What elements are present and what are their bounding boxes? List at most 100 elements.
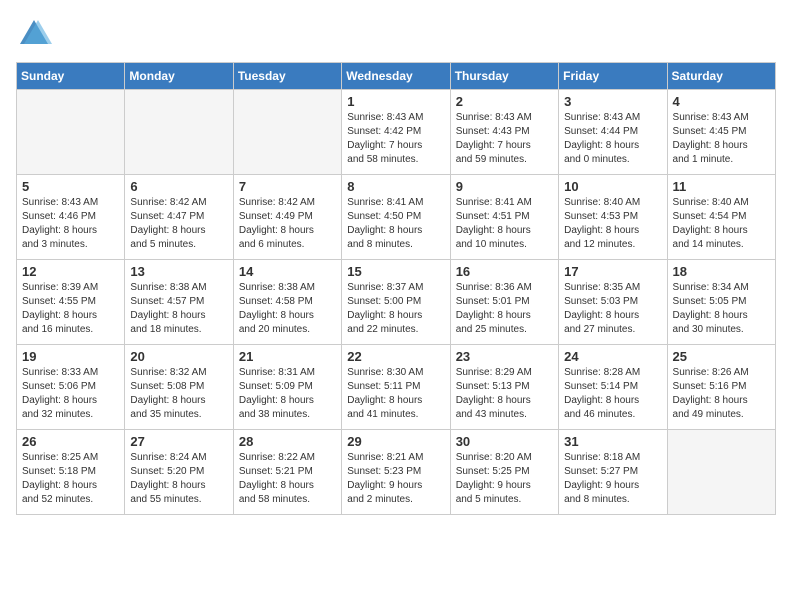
day-info: Sunrise: 8:35 AM Sunset: 5:03 PM Dayligh…: [564, 281, 661, 337]
calendar-cell: 21 Sunrise: 8:31 AM Sunset: 5:09 PM Dayli…: [233, 345, 341, 430]
column-header-tuesday: Tuesday: [233, 63, 341, 90]
calendar-cell: 20 Sunrise: 8:32 AM Sunset: 5:08 PM Dayli…: [125, 345, 233, 430]
calendar-cell: 4Sunrise: 8:43 AM Sunset: 4:45 PM Daylig…: [667, 90, 775, 175]
day-info: Sunrise: 8:40 AM Sunset: 4:54 PM Dayligh…: [673, 196, 770, 252]
day-info: Sunrise: 8:43 AM Sunset: 4:44 PM Dayligh…: [564, 111, 661, 167]
day-info: Sunrise: 8:41 AM Sunset: 4:50 PM Dayligh…: [347, 196, 444, 252]
calendar-cell: 26Sunrise: 8:25 AM Sunset: 5:18 PM Dayli…: [17, 430, 125, 515]
calendar-cell: 19 Sunrise: 8:33 AM Sunset: 5:06 PM Dayli…: [17, 345, 125, 430]
day-number: 14: [239, 264, 336, 279]
day-number: 23: [456, 349, 553, 364]
day-info: Sunrise: 8:20 AM Sunset: 5:25 PM Dayligh…: [456, 451, 553, 507]
day-info: Sunrise: 8:43 AM Sunset: 4:43 PM Dayligh…: [456, 111, 553, 167]
calendar-week-row: 5 Sunrise: 8:43 AM Sunset: 4:46 PM Daylig…: [17, 175, 776, 260]
day-info: Sunrise: 8:29 AM Sunset: 5:13 PM Dayligh…: [456, 366, 553, 422]
logo: [16, 16, 56, 52]
calendar-cell: [667, 430, 775, 515]
calendar-cell: 7 Sunrise: 8:42 AM Sunset: 4:49 PM Daylig…: [233, 175, 341, 260]
column-header-wednesday: Wednesday: [342, 63, 450, 90]
calendar-cell: 18Sunrise: 8:34 AM Sunset: 5:05 PM Dayli…: [667, 260, 775, 345]
calendar-table: SundayMondayTuesdayWednesdayThursdayFrid…: [16, 62, 776, 515]
day-number: 10: [564, 179, 661, 194]
calendar-cell: 2 Sunrise: 8:43 AM Sunset: 4:43 PM Daylig…: [450, 90, 558, 175]
column-header-monday: Monday: [125, 63, 233, 90]
day-info: Sunrise: 8:37 AM Sunset: 5:00 PM Dayligh…: [347, 281, 444, 337]
day-number: 13: [130, 264, 227, 279]
day-info: Sunrise: 8:25 AM Sunset: 5:18 PM Dayligh…: [22, 451, 119, 507]
day-info: Sunrise: 8:43 AM Sunset: 4:46 PM Dayligh…: [22, 196, 119, 252]
day-number: 30: [456, 434, 553, 449]
calendar-cell: 28 Sunrise: 8:22 AM Sunset: 5:21 PM Dayli…: [233, 430, 341, 515]
calendar-cell: [233, 90, 341, 175]
calendar-cell: 16 Sunrise: 8:36 AM Sunset: 5:01 PM Dayli…: [450, 260, 558, 345]
calendar-cell: [125, 90, 233, 175]
day-number: 27: [130, 434, 227, 449]
day-number: 8: [347, 179, 444, 194]
day-number: 9: [456, 179, 553, 194]
day-number: 31: [564, 434, 661, 449]
column-header-saturday: Saturday: [667, 63, 775, 90]
column-header-sunday: Sunday: [17, 63, 125, 90]
day-number: 24: [564, 349, 661, 364]
calendar-cell: 24 Sunrise: 8:28 AM Sunset: 5:14 PM Dayli…: [559, 345, 667, 430]
calendar-cell: 5 Sunrise: 8:43 AM Sunset: 4:46 PM Daylig…: [17, 175, 125, 260]
calendar-week-row: 12 Sunrise: 8:39 AM Sunset: 4:55 PM Dayli…: [17, 260, 776, 345]
calendar-cell: 29Sunrise: 8:21 AM Sunset: 5:23 PM Dayli…: [342, 430, 450, 515]
day-info: Sunrise: 8:18 AM Sunset: 5:27 PM Dayligh…: [564, 451, 661, 507]
day-number: 28: [239, 434, 336, 449]
day-info: Sunrise: 8:36 AM Sunset: 5:01 PM Dayligh…: [456, 281, 553, 337]
day-info: Sunrise: 8:28 AM Sunset: 5:14 PM Dayligh…: [564, 366, 661, 422]
calendar-cell: 10Sunrise: 8:40 AM Sunset: 4:53 PM Dayli…: [559, 175, 667, 260]
calendar-cell: 11Sunrise: 8:40 AM Sunset: 4:54 PM Dayli…: [667, 175, 775, 260]
calendar-cell: 3 Sunrise: 8:43 AM Sunset: 4:44 PM Daylig…: [559, 90, 667, 175]
calendar-cell: [17, 90, 125, 175]
day-info: Sunrise: 8:22 AM Sunset: 5:21 PM Dayligh…: [239, 451, 336, 507]
day-number: 25: [673, 349, 770, 364]
calendar-cell: 6 Sunrise: 8:42 AM Sunset: 4:47 PM Daylig…: [125, 175, 233, 260]
day-number: 12: [22, 264, 119, 279]
calendar-cell: 22Sunrise: 8:30 AM Sunset: 5:11 PM Dayli…: [342, 345, 450, 430]
day-number: 15: [347, 264, 444, 279]
day-info: Sunrise: 8:24 AM Sunset: 5:20 PM Dayligh…: [130, 451, 227, 507]
calendar-cell: 27 Sunrise: 8:24 AM Sunset: 5:20 PM Dayli…: [125, 430, 233, 515]
day-number: 3: [564, 94, 661, 109]
day-info: Sunrise: 8:30 AM Sunset: 5:11 PM Dayligh…: [347, 366, 444, 422]
logo-icon: [16, 16, 52, 52]
page-header: [16, 16, 776, 52]
day-info: Sunrise: 8:32 AM Sunset: 5:08 PM Dayligh…: [130, 366, 227, 422]
day-info: Sunrise: 8:26 AM Sunset: 5:16 PM Dayligh…: [673, 366, 770, 422]
calendar-cell: 17 Sunrise: 8:35 AM Sunset: 5:03 PM Dayli…: [559, 260, 667, 345]
day-number: 20: [130, 349, 227, 364]
day-info: Sunrise: 8:38 AM Sunset: 4:58 PM Dayligh…: [239, 281, 336, 337]
day-info: Sunrise: 8:39 AM Sunset: 4:55 PM Dayligh…: [22, 281, 119, 337]
calendar-cell: 12 Sunrise: 8:39 AM Sunset: 4:55 PM Dayli…: [17, 260, 125, 345]
day-info: Sunrise: 8:42 AM Sunset: 4:47 PM Dayligh…: [130, 196, 227, 252]
column-header-thursday: Thursday: [450, 63, 558, 90]
calendar-cell: 23 Sunrise: 8:29 AM Sunset: 5:13 PM Dayli…: [450, 345, 558, 430]
calendar-cell: 1Sunrise: 8:43 AM Sunset: 4:42 PM Daylig…: [342, 90, 450, 175]
day-number: 1: [347, 94, 444, 109]
calendar-cell: 13 Sunrise: 8:38 AM Sunset: 4:57 PM Dayli…: [125, 260, 233, 345]
calendar-cell: 31 Sunrise: 8:18 AM Sunset: 5:27 PM Dayli…: [559, 430, 667, 515]
day-number: 17: [564, 264, 661, 279]
calendar-header-row: SundayMondayTuesdayWednesdayThursdayFrid…: [17, 63, 776, 90]
day-info: Sunrise: 8:31 AM Sunset: 5:09 PM Dayligh…: [239, 366, 336, 422]
column-header-friday: Friday: [559, 63, 667, 90]
day-number: 21: [239, 349, 336, 364]
calendar-cell: 30 Sunrise: 8:20 AM Sunset: 5:25 PM Dayli…: [450, 430, 558, 515]
day-info: Sunrise: 8:43 AM Sunset: 4:45 PM Dayligh…: [673, 111, 770, 167]
day-number: 16: [456, 264, 553, 279]
day-number: 19: [22, 349, 119, 364]
day-info: Sunrise: 8:42 AM Sunset: 4:49 PM Dayligh…: [239, 196, 336, 252]
day-info: Sunrise: 8:38 AM Sunset: 4:57 PM Dayligh…: [130, 281, 227, 337]
day-number: 2: [456, 94, 553, 109]
calendar-week-row: 19 Sunrise: 8:33 AM Sunset: 5:06 PM Dayli…: [17, 345, 776, 430]
calendar-cell: 25 Sunrise: 8:26 AM Sunset: 5:16 PM Dayli…: [667, 345, 775, 430]
day-number: 5: [22, 179, 119, 194]
day-info: Sunrise: 8:33 AM Sunset: 5:06 PM Dayligh…: [22, 366, 119, 422]
day-number: 7: [239, 179, 336, 194]
day-number: 6: [130, 179, 227, 194]
day-info: Sunrise: 8:41 AM Sunset: 4:51 PM Dayligh…: [456, 196, 553, 252]
day-info: Sunrise: 8:34 AM Sunset: 5:05 PM Dayligh…: [673, 281, 770, 337]
calendar-cell: 8 Sunrise: 8:41 AM Sunset: 4:50 PM Daylig…: [342, 175, 450, 260]
